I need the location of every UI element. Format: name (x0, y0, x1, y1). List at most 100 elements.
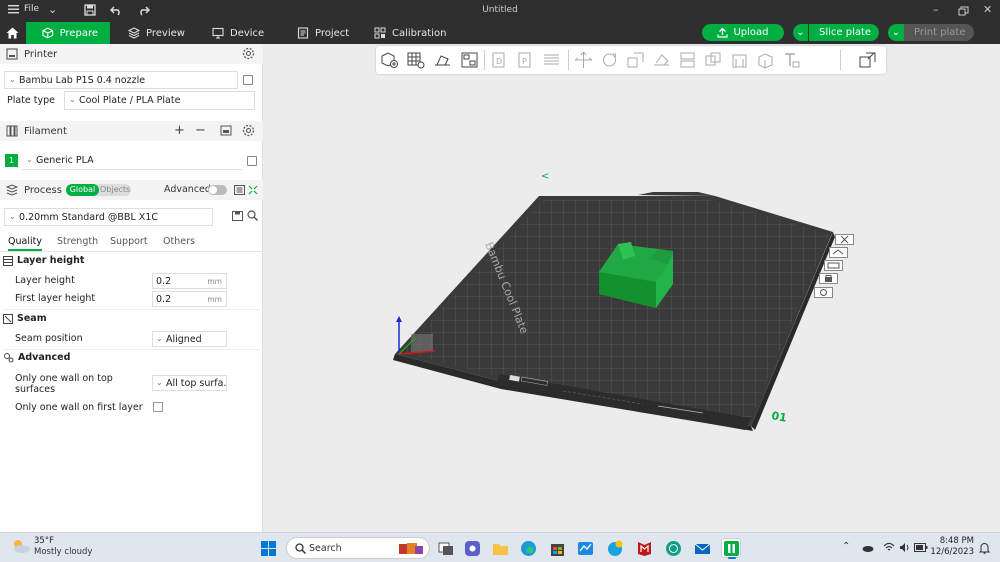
weather-widget[interactable] (11, 538, 31, 557)
onedrive-icon[interactable] (862, 543, 874, 552)
delete-plate-icon[interactable] (835, 234, 854, 245)
home-icon (6, 27, 18, 39)
layers-icon (128, 27, 140, 39)
windows-start-icon[interactable] (260, 540, 277, 557)
document-icon (297, 27, 309, 39)
lock-plate-icon[interactable] (819, 273, 838, 284)
wifi-icon[interactable] (883, 542, 895, 553)
search-placeholder: Search (309, 542, 342, 554)
volume-icon[interactable] (899, 542, 911, 553)
taskbar-search[interactable]: Search (286, 537, 430, 559)
edge-browser-icon[interactable] (520, 540, 537, 557)
process-profile-select[interactable]: ⌄ 0.20mm Standard @BBL X1C (4, 208, 213, 226)
global-objects-toggle[interactable]: Global Objects (66, 184, 131, 196)
gear-icon[interactable] (242, 124, 255, 137)
add-filament-icon[interactable]: + (174, 123, 185, 138)
sync-filament-icon[interactable] (220, 125, 232, 136)
file-explorer-icon[interactable] (492, 540, 509, 557)
norton-icon[interactable] (607, 540, 624, 557)
tray-chevron-icon[interactable]: ⌃ (842, 541, 850, 552)
edit-printer-icon[interactable] (243, 75, 253, 85)
tab-quality[interactable]: Quality (8, 236, 42, 251)
mail-icon[interactable] (694, 540, 711, 557)
slice-plate-label: Slice plate (819, 27, 872, 38)
close-icon[interactable]: ✕ (983, 3, 992, 16)
toggle-global[interactable]: Global (66, 184, 99, 196)
one-wall-top-select[interactable]: ⌄ All top surfa... (152, 375, 227, 391)
tab-project[interactable]: Project (285, 22, 361, 44)
gear-icon[interactable] (242, 47, 255, 60)
chevron-down-icon: ⌄ (69, 95, 76, 104)
printer-icon (6, 48, 18, 60)
printer-select[interactable]: ⌄ Bambu Lab P1S 0.4 nozzle (4, 71, 238, 89)
layer-height-input[interactable]: 0.2 mm (152, 273, 227, 289)
upload-icon (717, 27, 729, 38)
plate-settings-icon[interactable] (814, 287, 833, 298)
windows-taskbar: 35°F Mostly cloudy Search ⌃ 8:48 PM 12/6… (0, 532, 1000, 562)
advanced-switch[interactable] (208, 185, 227, 195)
list-icon[interactable] (234, 185, 245, 195)
save-preset-icon[interactable] (232, 211, 243, 221)
notification-bell-icon[interactable] (979, 542, 990, 554)
seam-group-label: Seam (17, 313, 47, 324)
edit-filament-icon[interactable] (247, 156, 257, 166)
filament-name: Generic PLA (36, 155, 94, 166)
layer-height-group-label: Layer height (17, 255, 85, 266)
search-icon[interactable] (247, 210, 258, 221)
filament-slot-badge[interactable]: 1 (5, 154, 18, 167)
tab-others[interactable]: Others (163, 236, 195, 247)
monitor-icon (212, 27, 224, 39)
bambu-studio-taskbar-item[interactable] (721, 538, 741, 559)
restore-icon[interactable] (958, 6, 969, 16)
print-options-chevron-icon[interactable]: ⌄ (888, 24, 904, 41)
file-menu[interactable]: File (8, 4, 39, 14)
toggle-objects[interactable]: Objects (100, 184, 130, 196)
battery-icon[interactable] (914, 543, 928, 552)
3d-viewport[interactable]: D P Bambu Cool Plate < 01 (263, 44, 1000, 532)
seam-icon (3, 313, 13, 324)
arrange-plate-icon[interactable] (829, 247, 848, 258)
first-layer-height-input[interactable]: 0.2 mm (152, 291, 227, 307)
one-wall-top-label-line2: surfaces (15, 384, 56, 395)
build-plate[interactable]: Bambu Cool Plate < (393, 171, 835, 431)
microsoft-store-icon[interactable] (549, 540, 566, 557)
tab-preview[interactable]: Preview (116, 22, 197, 44)
tab-support[interactable]: Support (110, 236, 148, 247)
filament-icon (6, 125, 18, 137)
advanced-group-label: Advanced (18, 352, 71, 363)
remove-filament-icon[interactable]: − (195, 123, 206, 138)
filament-select[interactable]: ⌄ Generic PLA (22, 152, 242, 170)
hamburger-icon (8, 5, 19, 14)
plate-type-select[interactable]: ⌄ Cool Plate / PLA Plate (64, 91, 255, 110)
print-plate-button[interactable]: ⌄ Print plate (888, 24, 974, 41)
home-button[interactable] (0, 22, 24, 44)
mcafee-icon[interactable] (636, 540, 653, 557)
undo-icon[interactable] (110, 4, 123, 16)
clock-date[interactable]: 12/6/2023 (930, 547, 974, 557)
seam-position-select[interactable]: ⌄ Aligned (152, 331, 227, 347)
tab-strength[interactable]: Strength (57, 236, 98, 247)
task-view-icon[interactable] (437, 540, 454, 557)
app-globe-icon[interactable] (665, 540, 682, 557)
tab-device[interactable]: Device (200, 22, 276, 44)
orient-plate-icon[interactable] (824, 260, 843, 271)
chevron-down-icon: ⌄ (26, 155, 33, 164)
tab-calibration[interactable]: Calibration (362, 22, 458, 44)
teams-chat-icon[interactable] (464, 540, 481, 557)
process-tabs: Quality Strength Support Others (0, 234, 263, 252)
minimize-icon[interactable]: – (933, 3, 939, 16)
redo-icon[interactable] (137, 4, 150, 16)
clock-time[interactable]: 8:48 PM (934, 536, 974, 546)
compare-icon[interactable] (248, 185, 258, 195)
slice-options-chevron-icon[interactable]: ⌄ (793, 24, 809, 41)
seam-position-value: Aligned (166, 333, 202, 345)
tab-prepare[interactable]: Prepare (26, 22, 110, 44)
chevron-down-icon: ⌄ (156, 334, 163, 343)
one-wall-first-layer-checkbox[interactable] (153, 402, 163, 412)
layer-height-value: 0.2 (156, 275, 172, 287)
upload-button[interactable]: Upload (702, 24, 784, 41)
slice-plate-button[interactable]: ⌄ Slice plate (793, 24, 879, 41)
app-icon[interactable] (577, 540, 594, 557)
save-icon[interactable] (84, 4, 96, 16)
chevron-down-icon[interactable]: ⌄ (48, 3, 57, 16)
